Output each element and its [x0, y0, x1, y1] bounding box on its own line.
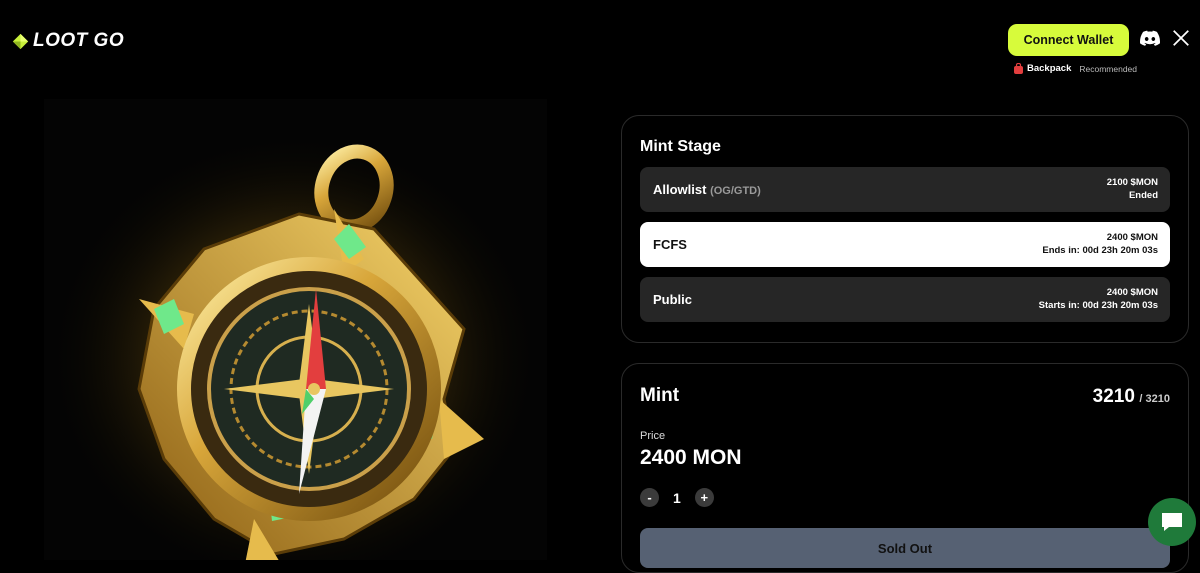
stage-row-allowlist[interactable]: Allowlist (OG/GTD) 2100 $MON Ended [640, 167, 1170, 212]
mint-stage-panel: Mint Stage Allowlist (OG/GTD) 2100 $MON … [621, 115, 1189, 343]
sold-out-button[interactable]: Sold Out [640, 528, 1170, 568]
quantity-stepper: - 1 + [640, 488, 714, 507]
logo-text: LOOT GO [33, 30, 125, 51]
mint-stage-title: Mint Stage [640, 138, 721, 155]
total-supply: / 3210 [1139, 393, 1170, 405]
minted-count: 3210 [1092, 386, 1135, 407]
price-label: Price [640, 430, 666, 442]
backpack-recommendation[interactable]: Backpack Recommended [1014, 63, 1137, 74]
stage-status: Ended [1128, 190, 1158, 201]
stage-status: Starts in: 00d 23h 20m 03s [1038, 300, 1158, 311]
mint-title: Mint [640, 385, 680, 406]
decrease-quantity-button[interactable]: - [640, 488, 659, 507]
stage-name: Allowlist [653, 182, 707, 197]
chat-icon [1162, 513, 1182, 531]
compass-pendant-image [44, 129, 544, 560]
stage-sub: (OG/GTD) [710, 185, 761, 197]
supply-counter: 3210 / 3210 [1093, 386, 1170, 408]
chat-widget-button[interactable] [1148, 498, 1196, 546]
discord-icon[interactable] [1140, 30, 1160, 47]
stage-name: FCFS [653, 237, 687, 252]
stage-price: 2400 $MON [1106, 287, 1158, 298]
increase-quantity-button[interactable]: + [694, 488, 714, 507]
recommended-label: Recommended [1079, 63, 1138, 74]
x-icon[interactable] [1173, 30, 1189, 46]
mint-panel: Mint 3210 / 3210 Price 2400 MON - 1 + So… [621, 363, 1189, 573]
stage-name: Public [653, 292, 693, 307]
stage-price: 2100 $MON [1106, 177, 1158, 188]
backpack-icon [1014, 63, 1023, 74]
connect-wallet-button[interactable]: Connect Wallet [1008, 24, 1129, 56]
logo[interactable]: LOOT GO [12, 30, 124, 52]
backpack-name: Backpack [1027, 63, 1072, 74]
nft-artwork [44, 99, 547, 560]
price-value: 2400 MON [640, 446, 742, 469]
stage-status: Ends in: 00d 23h 20m 03s [1042, 245, 1158, 256]
quantity-value: 1 [673, 489, 681, 506]
diamond-logo-icon [12, 33, 29, 49]
stage-row-public[interactable]: Public 2400 $MON Starts in: 00d 23h 20m … [640, 277, 1170, 322]
stage-row-fcfs[interactable]: FCFS 2400 $MON Ends in: 00d 23h 20m 03s [640, 222, 1170, 267]
stage-price: 2400 $MON [1106, 232, 1158, 243]
